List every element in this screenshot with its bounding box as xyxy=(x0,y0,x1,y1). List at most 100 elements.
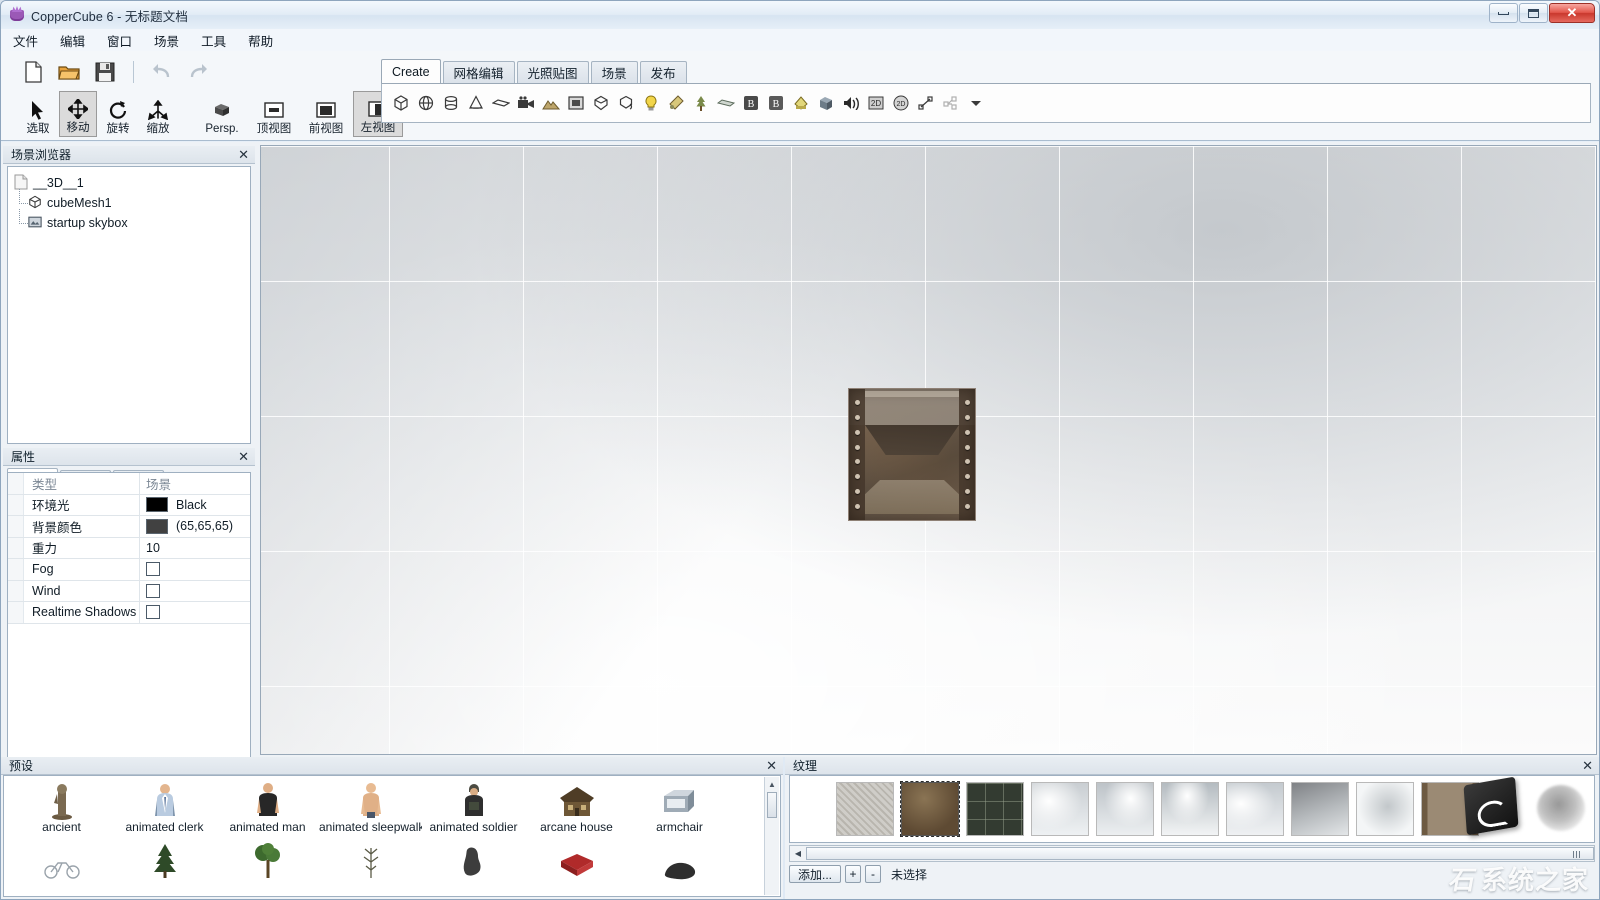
plane-icon[interactable] xyxy=(492,94,510,112)
list-item[interactable]: animated sleepwalker xyxy=(319,780,422,840)
menu-item-file[interactable]: 文件 xyxy=(13,31,38,50)
list-item[interactable] xyxy=(525,840,628,897)
billboard-b2-icon[interactable]: B xyxy=(767,94,785,112)
presets-list[interactable]: ancient animated clerk animated man xyxy=(3,775,781,897)
texture-thumb-sky-cloud-2[interactable] xyxy=(1096,782,1154,836)
camera-icon[interactable] xyxy=(517,94,535,112)
tree-icon[interactable] xyxy=(692,94,710,112)
list-item[interactable]: ancient xyxy=(10,780,113,840)
texture-thumb-rusty-metal[interactable] xyxy=(901,782,959,836)
list-item[interactable]: animated clerk xyxy=(113,780,216,840)
cylinder-icon[interactable] xyxy=(442,94,460,112)
menu-item-tools[interactable]: 工具 xyxy=(201,31,226,50)
property-value[interactable] xyxy=(140,602,250,623)
menu-item-edit[interactable]: 编辑 xyxy=(60,31,85,50)
add-texture-button[interactable]: 添加... xyxy=(789,865,841,883)
cube-texture-icon[interactable] xyxy=(817,94,835,112)
mesh-icon[interactable] xyxy=(592,94,610,112)
list-item[interactable] xyxy=(216,840,319,897)
close-icon[interactable]: ✕ xyxy=(238,149,249,161)
property-value[interactable] xyxy=(140,581,250,602)
color-swatch[interactable] xyxy=(146,519,168,534)
close-button[interactable]: ✕ xyxy=(1549,3,1595,23)
move-tool[interactable]: 移动 xyxy=(59,91,97,137)
new-document-icon[interactable] xyxy=(19,58,47,86)
redo-icon[interactable] xyxy=(184,58,212,86)
list-item[interactable]: animated soldier xyxy=(422,780,525,840)
more-chevron-icon[interactable] xyxy=(967,94,985,112)
close-icon[interactable]: ✕ xyxy=(1582,760,1593,772)
cone-icon[interactable] xyxy=(467,94,485,112)
save-disk-icon[interactable] xyxy=(91,58,119,86)
tree-item-skybox[interactable]: startup skybox xyxy=(12,213,246,233)
property-value[interactable] xyxy=(140,559,250,580)
property-value[interactable]: Black xyxy=(140,495,250,516)
light-bulb-icon[interactable] xyxy=(642,94,660,112)
tab-publish[interactable]: 发布 xyxy=(640,61,687,83)
texture-thumb-dark-grid[interactable] xyxy=(966,782,1024,836)
realtime-shadows-checkbox[interactable] xyxy=(146,605,160,619)
texture-thumb-soft-cloud[interactable] xyxy=(1356,782,1414,836)
textures-horizontal-scrollbar[interactable]: ◀ xyxy=(789,845,1595,862)
close-icon[interactable]: ✕ xyxy=(238,451,249,463)
scene-tree[interactable]: __3D__1 cubeMesh1 startup skybox xyxy=(7,166,251,444)
billboard-b-icon[interactable]: B xyxy=(742,94,760,112)
tree-item-root[interactable]: __3D__1 xyxy=(12,173,246,193)
decal-icon[interactable] xyxy=(792,94,810,112)
menu-item-help[interactable]: 帮助 xyxy=(248,31,273,50)
list-item[interactable]: animated man xyxy=(216,780,319,840)
property-value-text[interactable]: 10 xyxy=(140,538,250,559)
table-row[interactable]: Realtime Shadows xyxy=(8,602,250,624)
cube-icon[interactable] xyxy=(392,94,410,112)
wind-checkbox[interactable] xyxy=(146,584,160,598)
water-icon[interactable] xyxy=(617,94,635,112)
decrease-button[interactable]: - xyxy=(865,865,881,883)
skybox-icon[interactable] xyxy=(567,94,585,112)
flat-plane-icon[interactable] xyxy=(717,94,735,112)
table-row[interactable]: 重力 10 xyxy=(8,538,250,560)
cube-mesh-object[interactable] xyxy=(848,388,976,521)
menu-item-scene[interactable]: 场景 xyxy=(154,31,179,50)
scrollbar-thumb[interactable] xyxy=(767,792,777,818)
list-item[interactable]: armchair xyxy=(628,780,731,840)
sphere-icon[interactable] xyxy=(417,94,435,112)
select-tool[interactable]: 选取 xyxy=(19,91,57,137)
maximize-button[interactable] xyxy=(1519,3,1548,23)
rotate-tool[interactable]: 旋转 xyxy=(99,91,137,137)
list-item[interactable] xyxy=(113,840,216,897)
texture-thumb-gradient-gray[interactable] xyxy=(1291,782,1349,836)
texture-thumb-concrete[interactable] xyxy=(836,782,894,836)
scrollbar-track[interactable] xyxy=(806,847,1594,860)
texture-thumb-sky-cloud-3[interactable] xyxy=(1161,782,1219,836)
undo-icon[interactable] xyxy=(148,58,176,86)
tab-scene[interactable]: 场景 xyxy=(591,61,638,83)
tab-create[interactable]: Create xyxy=(381,59,441,83)
3d-viewport[interactable] xyxy=(260,145,1597,755)
path-icon[interactable] xyxy=(917,94,935,112)
list-item[interactable] xyxy=(319,840,422,897)
tree-item-cubemesh[interactable]: cubeMesh1 xyxy=(12,193,246,213)
node-graph-icon[interactable] xyxy=(942,94,960,112)
scroll-left-icon[interactable]: ◀ xyxy=(790,849,806,858)
tab-mesh-edit[interactable]: 网格编辑 xyxy=(443,61,515,83)
menu-item-window[interactable]: 窗口 xyxy=(107,31,132,50)
texture-thumb-sky-cloud-1[interactable] xyxy=(1031,782,1089,836)
front-view-button[interactable]: 前视图 xyxy=(301,91,351,137)
sound-icon[interactable] xyxy=(842,94,860,112)
presets-scrollbar[interactable]: ▲ xyxy=(764,777,779,895)
scale-tool[interactable]: 缩放 xyxy=(139,91,177,137)
list-item[interactable]: arcane house xyxy=(525,780,628,840)
list-item[interactable] xyxy=(422,840,525,897)
table-row[interactable]: 背景颜色 (65,65,65) xyxy=(8,516,250,538)
increase-button[interactable]: + xyxy=(845,865,861,883)
perspective-view-button[interactable]: Persp. xyxy=(197,91,247,137)
sprite-2d-icon[interactable]: 2D xyxy=(892,94,910,112)
open-folder-icon[interactable] xyxy=(55,58,83,86)
particle-icon[interactable] xyxy=(667,94,685,112)
overlay-2d-icon[interactable]: 2D xyxy=(867,94,885,112)
close-icon[interactable]: ✕ xyxy=(766,760,777,772)
table-row[interactable]: Fog xyxy=(8,559,250,581)
color-swatch[interactable] xyxy=(146,497,168,512)
top-view-button[interactable]: 顶视图 xyxy=(249,91,299,137)
list-item[interactable] xyxy=(10,840,113,897)
